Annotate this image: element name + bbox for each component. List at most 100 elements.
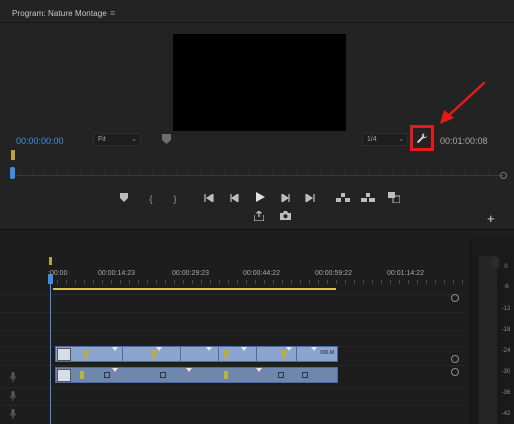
transition-marker xyxy=(302,372,308,378)
mark-out-button[interactable]: } xyxy=(168,192,182,206)
meter-label: -18 xyxy=(501,327,511,333)
ruler-label: 00:00:59:22 xyxy=(315,270,352,277)
playhead-flag xyxy=(49,257,52,265)
keyframe-marker xyxy=(186,368,192,372)
keyframe-marker xyxy=(256,368,262,372)
microphone-icon[interactable] xyxy=(10,391,16,401)
audio-meter-bar xyxy=(479,256,497,424)
panel-divider xyxy=(0,22,514,23)
clip-thumbnail xyxy=(57,369,71,382)
timeline-panel: :00:00 00:00:14:23 00:00:29:23 00:00:44:… xyxy=(0,238,468,424)
step-back-button[interactable] xyxy=(227,192,241,206)
ruler-label: 00:01:14:22 xyxy=(387,270,424,277)
transport-controls: { } xyxy=(115,192,405,206)
annotation-arrow xyxy=(440,81,486,124)
go-to-in-button[interactable] xyxy=(202,192,216,206)
go-to-in-icon xyxy=(204,192,214,204)
time-ruler[interactable]: :00:00 00:00:14:23 00:00:29:23 00:00:44:… xyxy=(48,238,468,290)
compare-icon xyxy=(388,192,401,204)
zoom-level-value: Fit xyxy=(98,136,106,143)
transition-marker xyxy=(160,372,166,378)
program-monitor-panel: Program: Nature Montage ≡ 00:00:00:00 Fi… xyxy=(0,0,514,230)
zoom-level-select[interactable]: Fit ⌄ xyxy=(93,133,141,146)
marker-icon[interactable] xyxy=(162,134,171,144)
settings-button[interactable] xyxy=(410,125,434,151)
microphone-icon[interactable] xyxy=(10,372,16,382)
track-scroll-handle[interactable] xyxy=(451,355,459,363)
export-frame-button[interactable] xyxy=(252,210,266,223)
microphone-icon[interactable] xyxy=(10,409,16,419)
meter-label: -42 xyxy=(501,411,511,417)
ruler-ticks xyxy=(48,280,468,284)
wrench-icon xyxy=(417,133,427,143)
playhead-timecode[interactable]: 00:00:00:00 xyxy=(16,136,64,146)
step-back-icon xyxy=(229,192,239,204)
chevron-down-icon: ⌄ xyxy=(398,136,404,143)
transition-marker xyxy=(104,372,110,378)
duration-timecode: 00:01:00:08 xyxy=(440,136,488,146)
marker-icon xyxy=(120,193,128,202)
play-button[interactable] xyxy=(253,192,267,206)
scrub-ticks xyxy=(20,172,500,178)
playhead-line xyxy=(50,280,51,424)
track-divider xyxy=(0,405,468,406)
step-forward-button[interactable] xyxy=(278,192,292,206)
track-divider xyxy=(0,330,468,331)
fx-badge xyxy=(80,371,84,379)
meter-label: -6 xyxy=(503,284,509,290)
playhead-marker[interactable] xyxy=(11,150,15,160)
panel-menu-icon[interactable]: ≡ xyxy=(110,8,115,18)
ruler-label: 00:00:44:22 xyxy=(243,270,280,277)
video-preview xyxy=(173,34,346,131)
playback-resolution-select[interactable]: 1/4 ⌄ xyxy=(362,133,408,146)
fx-badge xyxy=(224,371,228,379)
clip-edit-point xyxy=(122,347,123,361)
keyframe-marker xyxy=(156,347,162,351)
chevron-down-icon: ⌄ xyxy=(131,136,137,143)
clip-edit-point xyxy=(218,347,219,361)
ruler-label: 00:00:14:23 xyxy=(98,270,135,277)
fx-badge xyxy=(152,350,156,358)
lift-button[interactable] xyxy=(336,192,350,206)
mark-in-button[interactable]: { xyxy=(144,192,158,206)
keyframe-marker xyxy=(286,347,292,351)
play-icon xyxy=(255,192,265,202)
clip-name: 006.M xyxy=(320,350,334,356)
ruler-label: 00:00:29:23 xyxy=(172,270,209,277)
camera-button[interactable] xyxy=(278,211,292,223)
add-button[interactable]: + xyxy=(487,212,495,225)
extract-icon xyxy=(361,193,375,202)
work-area-bar[interactable] xyxy=(53,288,336,290)
meter-peak-indicator xyxy=(492,258,499,267)
video-clip[interactable]: 006.M xyxy=(55,346,338,362)
track-divider xyxy=(0,365,468,366)
meter-label: -24 xyxy=(501,348,511,354)
track-divider xyxy=(0,294,468,295)
playback-resolution-value: 1/4 xyxy=(367,136,377,143)
track-scroll-handle[interactable] xyxy=(451,368,459,376)
transition-marker xyxy=(278,372,284,378)
meter-label: -36 xyxy=(501,390,511,396)
program-monitor-title[interactable]: Program: Nature Montage xyxy=(12,9,107,18)
meter-label: 0 xyxy=(504,264,508,270)
zoom-scroll-handle-right[interactable] xyxy=(500,172,507,179)
step-forward-icon xyxy=(280,192,290,204)
go-to-out-button[interactable] xyxy=(303,192,317,206)
zoom-scroll-handle-left[interactable] xyxy=(10,167,15,179)
keyframe-marker xyxy=(112,347,118,351)
fx-badge xyxy=(224,350,228,358)
keyframe-marker xyxy=(206,347,212,351)
clip-edit-point xyxy=(256,347,257,361)
go-to-out-icon xyxy=(305,192,315,204)
track-scroll-handle[interactable] xyxy=(451,294,459,302)
track-divider xyxy=(0,387,468,388)
extract-button[interactable] xyxy=(361,192,375,206)
export-frame-icon xyxy=(253,210,265,222)
microphone-icon-glyph xyxy=(10,372,16,382)
clip-thumbnail xyxy=(57,348,71,361)
compare-view-button[interactable] xyxy=(387,192,401,206)
add-marker-button[interactable] xyxy=(117,192,131,206)
meter-label: -30 xyxy=(501,369,511,375)
audio-clip[interactable] xyxy=(55,367,338,383)
track-divider xyxy=(0,312,468,313)
